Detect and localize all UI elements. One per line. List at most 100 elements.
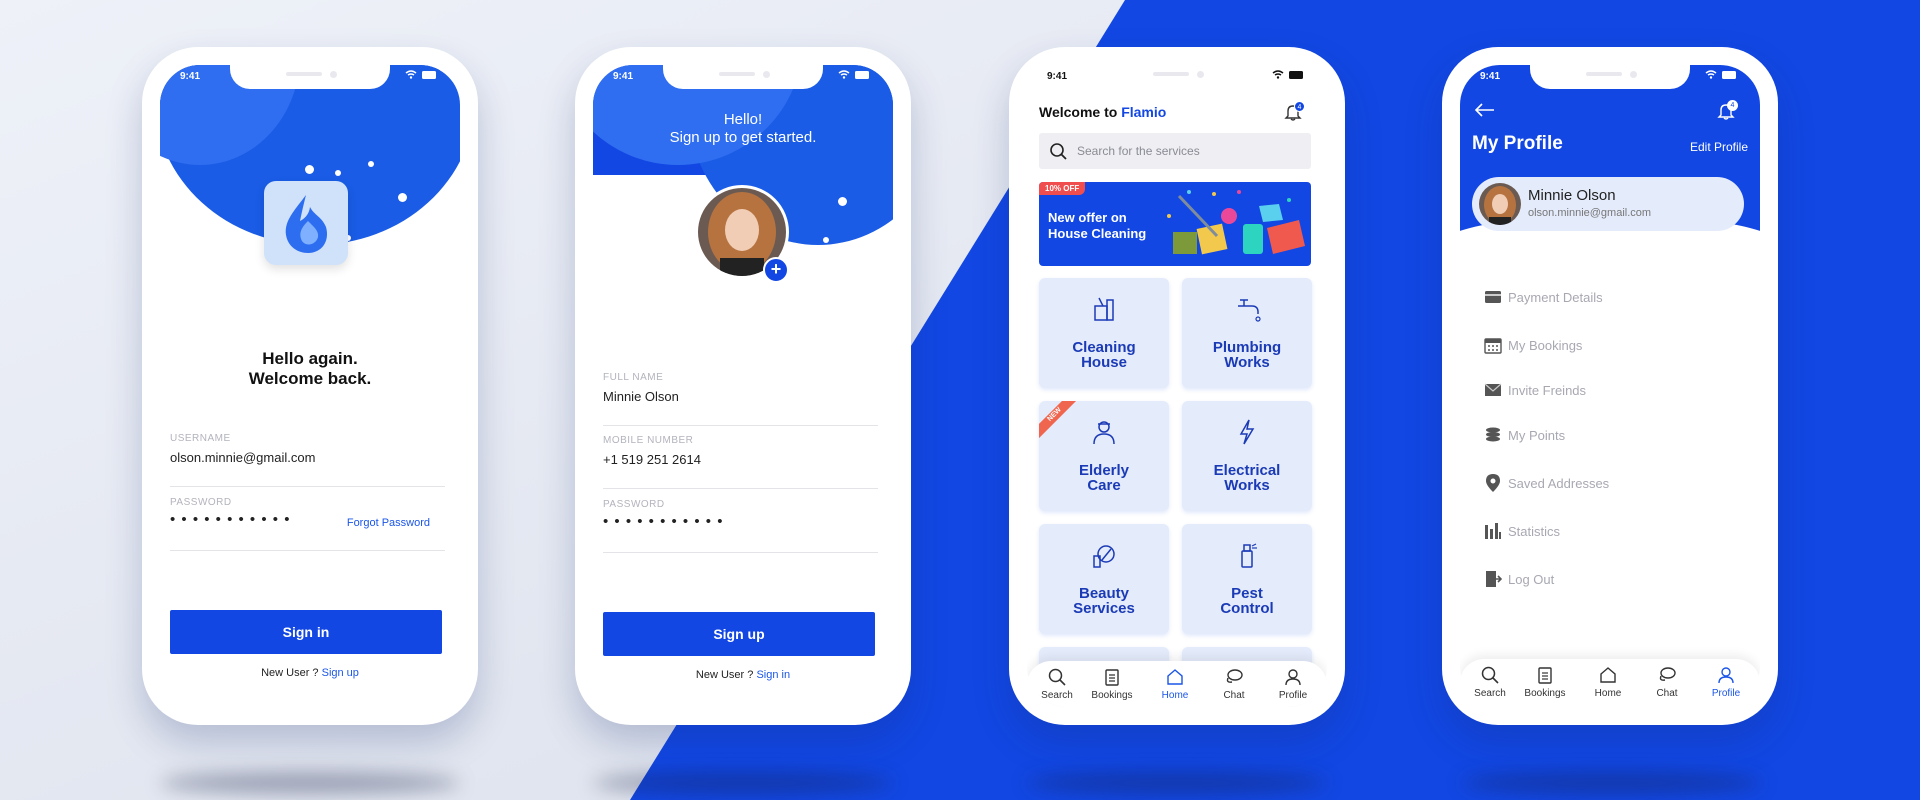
status-bar: 9:41 <box>160 65 460 89</box>
status-bar: 9:41 <box>1027 65 1327 89</box>
service-card-pest-control[interactable]: Pest Control <box>1182 524 1312 634</box>
menu-my-bookings[interactable]: My Bookings <box>1484 335 1582 355</box>
status-time: 9:41 <box>180 71 201 82</box>
mobile-number-input[interactable]: +1 519 251 2614 <box>603 452 701 467</box>
notification-bell[interactable]: 4 <box>1283 101 1305 124</box>
menu-log-out[interactable]: Log Out <box>1484 569 1554 589</box>
service-card-cleaning-house[interactable]: Cleaning House <box>1039 278 1169 388</box>
discount-tag: 10% OFF <box>1039 182 1086 195</box>
menu-saved-addresses[interactable]: Saved Addresses <box>1484 473 1609 493</box>
mobile-number-label: MOBILE NUMBER <box>603 435 694 446</box>
forgot-password-link[interactable]: Forgot Password <box>347 517 430 529</box>
home-screen: 9:41 Welcome to Flamio 4 Search for the … <box>1027 65 1327 707</box>
battery-icon <box>1289 70 1303 79</box>
beauty-icon <box>1093 545 1115 568</box>
tab-home[interactable]: Home <box>1145 667 1205 701</box>
mobile-number-field[interactable]: MOBILE NUMBER +1 519 251 2614 <box>603 435 878 489</box>
chat-icon <box>1659 667 1676 681</box>
user-email: olson.minnie@gmail.com <box>1528 207 1652 219</box>
service-card-electrical-works[interactable]: Electrical Works <box>1182 401 1312 511</box>
phone-shadow <box>160 772 460 794</box>
login-phone: 9:41 Hello again. Welcome back. USERNAME… <box>142 47 478 725</box>
caregiver-icon <box>1093 421 1115 445</box>
menu-invite-friends[interactable]: Invite Freinds <box>1484 380 1586 400</box>
tab-profile[interactable]: Profile <box>1696 665 1756 699</box>
sign-in-button[interactable]: Sign in <box>170 610 442 654</box>
username-input[interactable]: olson.minnie@gmail.com <box>170 450 315 465</box>
user-card[interactable]: Minnie Olson olson.minnie@gmail.com <box>1472 177 1744 231</box>
tab-profile[interactable]: Profile <box>1263 667 1323 701</box>
home-phone: 9:41 Welcome to Flamio 4 Search for the … <box>1009 47 1345 725</box>
banner-text: New offer on House Cleaning <box>1048 210 1147 241</box>
username-field[interactable]: USERNAME olson.minnie@gmail.com <box>170 433 445 487</box>
phone-shadow <box>593 772 893 794</box>
tab-bookings[interactable]: Bookings <box>1082 667 1142 701</box>
avatar <box>1479 183 1521 225</box>
notification-bell[interactable]: 4 <box>1716 100 1738 123</box>
bookings-icon <box>1538 667 1552 684</box>
add-photo-button[interactable]: + <box>763 257 789 283</box>
tab-search[interactable]: Search <box>1027 667 1087 701</box>
tab-chat[interactable]: Chat <box>1204 667 1264 701</box>
lightning-icon <box>1239 419 1255 445</box>
menu-my-points[interactable]: My Points <box>1484 425 1565 445</box>
logout-icon <box>1486 571 1502 587</box>
spray-icon <box>1241 543 1257 568</box>
tab-chat[interactable]: Chat <box>1637 665 1697 699</box>
search-placeholder: Search for the services <box>1077 144 1200 158</box>
cleaning-supplies-illustration <box>1167 190 1305 255</box>
profile-icon <box>1718 667 1734 684</box>
service-search-input[interactable]: Search for the services <box>1039 133 1311 169</box>
coins-icon <box>1486 427 1500 442</box>
profile-icon <box>1285 669 1301 686</box>
tab-bookings[interactable]: Bookings <box>1515 665 1575 699</box>
service-card-elderly-care[interactable]: NEW Elderly Care <box>1039 401 1169 511</box>
sign-up-link[interactable]: Sign up <box>322 667 359 679</box>
search-icon <box>1050 143 1067 160</box>
wifi-icon <box>1705 70 1717 79</box>
notification-badge: 4 <box>1294 101 1305 112</box>
full-name-field[interactable]: FULL NAME Minnie Olson <box>603 372 878 426</box>
service-card-plumbing-works[interactable]: Plumbing Works <box>1182 278 1312 388</box>
statistics-icon <box>1485 523 1501 539</box>
flame-drop-icon <box>285 195 328 253</box>
password-input[interactable]: • • • • • • • • • • • <box>603 513 723 530</box>
chat-icon <box>1226 669 1243 683</box>
login-screen: 9:41 Hello again. Welcome back. USERNAME… <box>160 65 460 707</box>
password-label: PASSWORD <box>603 499 665 510</box>
service-card-beauty-services[interactable]: Beauty Services <box>1039 524 1169 634</box>
signup-phone: 9:41 Hello! Sign up to get started. + FU… <box>575 47 911 725</box>
tab-search[interactable]: Search <box>1460 665 1520 699</box>
brand-name: Flamio <box>1121 104 1167 120</box>
search-icon <box>1048 668 1066 686</box>
signup-screen: 9:41 Hello! Sign up to get started. + FU… <box>593 65 893 707</box>
password-field[interactable]: PASSWORD • • • • • • • • • • • Forgot Pa… <box>170 497 445 551</box>
arrow-left-icon <box>1474 103 1494 117</box>
full-name-label: FULL NAME <box>603 372 664 383</box>
full-name-input[interactable]: Minnie Olson <box>603 389 679 404</box>
sign-in-link[interactable]: Sign in <box>756 669 790 681</box>
calendar-icon <box>1484 338 1502 354</box>
menu-statistics[interactable]: Statistics <box>1484 521 1560 541</box>
password-input[interactable]: • • • • • • • • • • • <box>170 511 290 528</box>
signup-password-field[interactable]: PASSWORD • • • • • • • • • • • <box>603 499 878 553</box>
offer-banner[interactable]: 10% OFF New offer on House Cleaning <box>1039 182 1311 266</box>
app-logo <box>264 181 348 265</box>
location-pin-icon <box>1486 474 1500 492</box>
profile-title: My Profile <box>1472 133 1563 154</box>
sign-up-button[interactable]: Sign up <box>603 612 875 656</box>
password-label: PASSWORD <box>170 497 232 508</box>
tab-home[interactable]: Home <box>1578 665 1638 699</box>
user-name: Minnie Olson <box>1528 187 1616 204</box>
menu-payment-details[interactable]: Payment Details <box>1484 287 1603 307</box>
new-ribbon: NEW <box>1039 401 1079 441</box>
phone-shadow <box>1027 772 1327 794</box>
wifi-icon <box>1272 70 1284 79</box>
edit-profile-link[interactable]: Edit Profile <box>1690 140 1748 154</box>
bottom-tab-bar: Search Bookings Home Chat Profile <box>1460 659 1760 707</box>
cleaning-icon <box>1094 297 1114 321</box>
signup-heading: Hello! Sign up to get started. <box>669 111 817 146</box>
back-button[interactable] <box>1474 103 1496 122</box>
search-icon <box>1481 666 1499 684</box>
phone-shadow <box>1462 772 1762 794</box>
